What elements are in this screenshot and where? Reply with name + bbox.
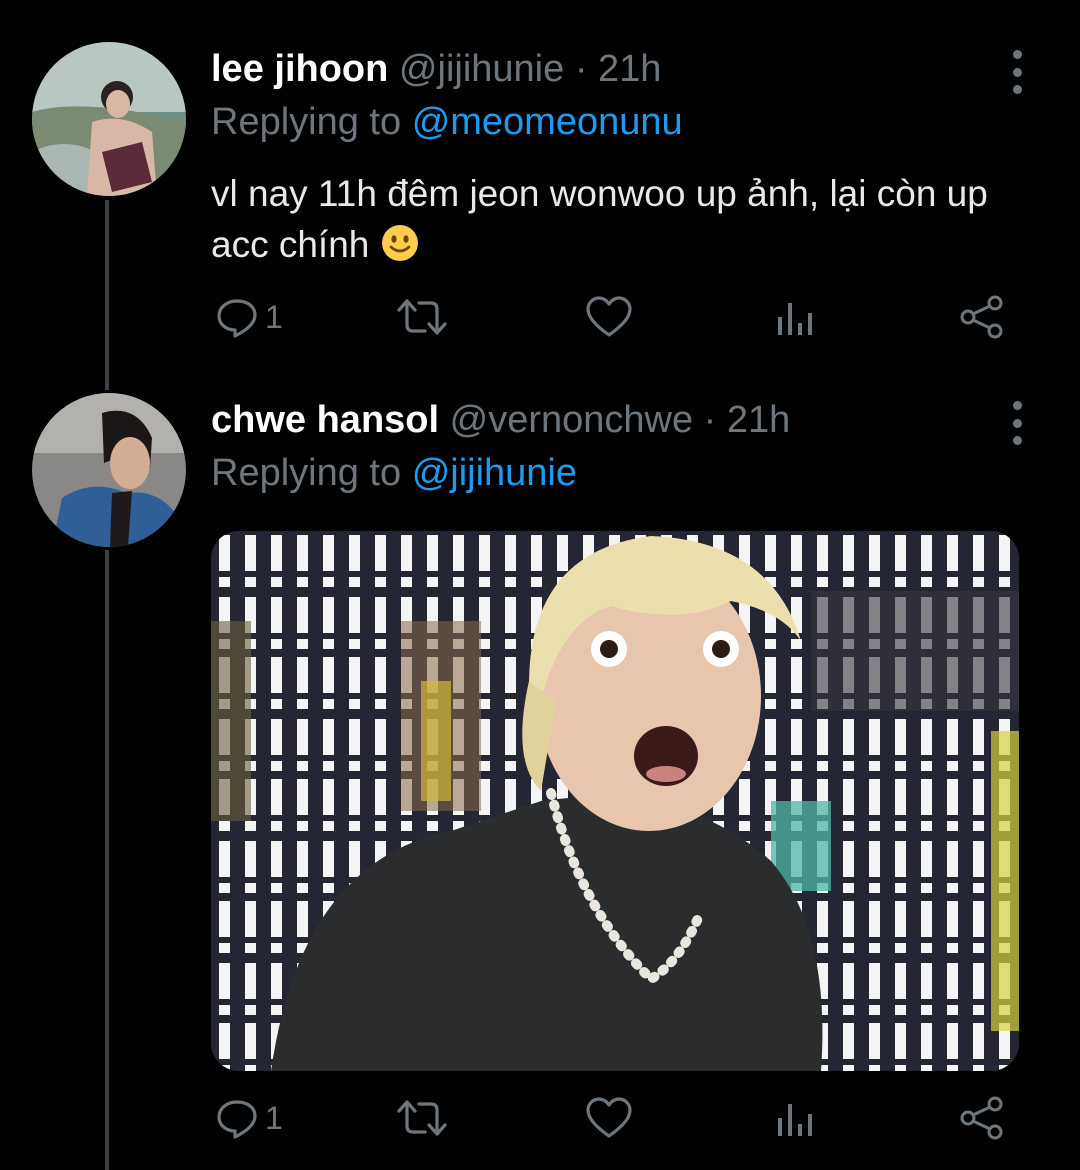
- avatar[interactable]: [32, 42, 186, 196]
- share-button[interactable]: [959, 295, 1005, 339]
- analytics-button[interactable]: [775, 295, 815, 339]
- slightly-smiling-face-icon: [381, 225, 418, 261]
- tweet-body: vl nay 11h đêm jeon wonwoo up ảnh, lại c…: [211, 173, 988, 265]
- reply-count: 1: [265, 298, 283, 335]
- analytics-icon: [778, 1104, 812, 1136]
- handle[interactable]: @vernonchwe: [450, 399, 693, 441]
- retweet-icon: [397, 1100, 447, 1136]
- thread-connector: [105, 200, 109, 390]
- tweet-header: chwe hansol @vernonchwe · 21h: [211, 399, 790, 442]
- reply-icon: [217, 299, 257, 338]
- handle[interactable]: @jijihunie: [399, 48, 564, 90]
- tweet-actions: 1: [211, 295, 1011, 345]
- thread-connector: [105, 550, 109, 1170]
- reaction-meme-image-icon: [211, 531, 1019, 1071]
- tweet-text: vl nay 11h đêm jeon wonwoo up ảnh, lại c…: [211, 168, 1051, 270]
- analytics-button[interactable]: [775, 1096, 815, 1140]
- tweet-actions: 1: [211, 1096, 1011, 1146]
- avatar-photo-icon: [32, 393, 186, 547]
- display-name[interactable]: lee jihoon: [211, 48, 388, 90]
- display-name[interactable]: chwe hansol: [211, 399, 439, 441]
- heart-icon: [586, 1097, 632, 1138]
- timestamp[interactable]: 21h: [727, 399, 790, 441]
- timestamp[interactable]: 21h: [598, 48, 661, 90]
- tweet-media[interactable]: [211, 531, 1019, 1071]
- reply-icon: [217, 1100, 257, 1139]
- share-button[interactable]: [959, 1096, 1005, 1140]
- more-options-icon[interactable]: [1000, 50, 1034, 94]
- retweet-button[interactable]: [397, 295, 447, 339]
- retweet-button[interactable]: [397, 1096, 447, 1140]
- heart-icon: [586, 296, 632, 337]
- share-icon: [960, 295, 1003, 339]
- replying-prefix: Replying to: [211, 452, 402, 494]
- replying-prefix: Replying to: [211, 101, 402, 143]
- replying-to: Replying to @meomeonunu: [211, 101, 683, 144]
- avatar-photo-icon: [32, 42, 186, 196]
- mention-link[interactable]: @jijihunie: [412, 452, 577, 494]
- reply-count: 1: [265, 1099, 283, 1136]
- separator: ·: [703, 399, 717, 441]
- mention-link[interactable]: @meomeonunu: [412, 101, 683, 143]
- retweet-icon: [397, 299, 447, 335]
- reply-button[interactable]: 1: [215, 1096, 283, 1140]
- separator: ·: [574, 48, 588, 90]
- like-button[interactable]: [585, 1096, 633, 1140]
- like-button[interactable]: [585, 295, 633, 339]
- reply-button[interactable]: 1: [215, 295, 283, 339]
- analytics-icon: [778, 303, 812, 335]
- more-options-icon[interactable]: [1000, 401, 1034, 445]
- share-icon: [960, 1096, 1003, 1140]
- avatar[interactable]: [32, 393, 186, 547]
- replying-to: Replying to @jijihunie: [211, 452, 577, 495]
- tweet-header: lee jihoon @jijihunie · 21h: [211, 48, 661, 91]
